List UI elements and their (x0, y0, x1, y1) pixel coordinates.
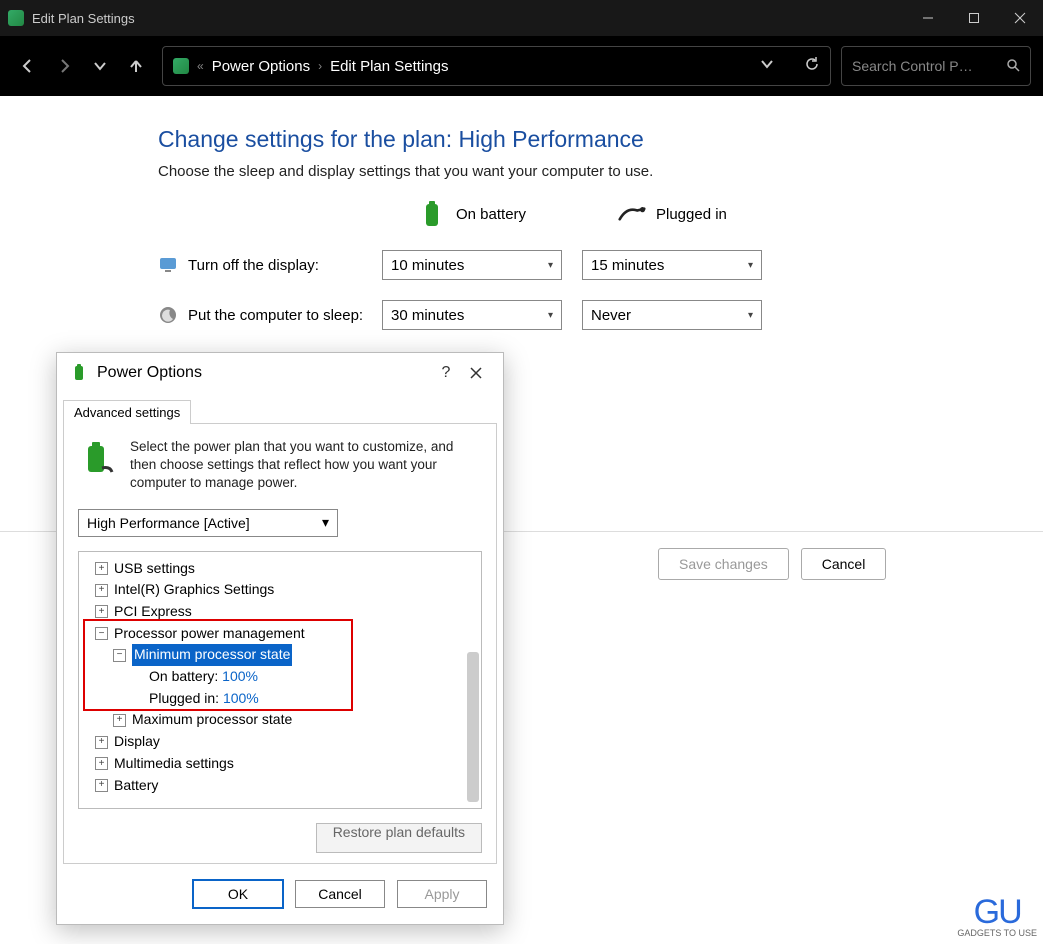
search-placeholder: Search Control P… (852, 58, 998, 74)
dialog-title: Power Options (97, 364, 202, 382)
breadcrumb-seg[interactable]: Edit Plan Settings (330, 58, 448, 75)
tree-item-intel-graphics[interactable]: +Intel(R) Graphics Settings (83, 579, 477, 601)
expand-icon[interactable]: + (113, 714, 126, 727)
tab-advanced-settings[interactable]: Advanced settings (63, 400, 191, 424)
search-icon (1006, 58, 1020, 75)
ok-button[interactable]: OK (193, 880, 283, 908)
plan-select-dropdown[interactable]: High Performance [Active] ▾ (78, 509, 338, 537)
row-sleep-label: Put the computer to sleep: (188, 307, 363, 324)
chevron-down-icon: ▾ (748, 310, 753, 321)
col-battery-label: On battery (456, 206, 526, 223)
address-dropdown-icon[interactable] (760, 57, 774, 75)
expand-icon[interactable]: + (95, 779, 108, 792)
forward-button[interactable] (48, 46, 80, 86)
minimize-button[interactable] (905, 0, 951, 36)
expand-icon[interactable]: + (95, 736, 108, 749)
power-options-dialog: Power Options ? Advanced settings Select… (56, 352, 504, 925)
tree-item-min-processor-state[interactable]: −Minimum processor state (83, 644, 477, 666)
collapse-icon[interactable]: − (95, 627, 108, 640)
breadcrumb-seg[interactable]: Power Options (212, 58, 310, 75)
apply-button[interactable]: Apply (397, 880, 487, 908)
page-title: Change settings for the plan: High Perfo… (158, 126, 1043, 153)
dialog-close-button[interactable] (461, 358, 491, 388)
display-plugged-dropdown[interactable]: 15 minutes▾ (582, 250, 762, 280)
collapse-icon[interactable]: − (113, 649, 126, 662)
power-plan-icon (78, 438, 118, 478)
refresh-button[interactable] (804, 56, 820, 76)
expand-icon[interactable]: + (95, 584, 108, 597)
tree-item-usb[interactable]: +USB settings (83, 558, 477, 580)
tree-item-battery[interactable]: +Battery (83, 775, 477, 797)
chevron-left-icon: « (197, 59, 204, 73)
plug-icon (618, 200, 646, 228)
address-bar[interactable]: « Power Options › Edit Plan Settings (162, 46, 831, 86)
expand-icon[interactable]: + (95, 562, 108, 575)
sleep-battery-dropdown[interactable]: 30 minutes▾ (382, 300, 562, 330)
chevron-right-icon: › (318, 59, 322, 73)
maximize-button[interactable] (951, 0, 997, 36)
display-battery-dropdown[interactable]: 10 minutes▾ (382, 250, 562, 280)
tree-value-plugged-in[interactable]: Plugged in: 100% (83, 688, 477, 710)
tree-value-on-battery[interactable]: On battery: 100% (83, 666, 477, 688)
save-changes-button[interactable]: Save changes (658, 548, 789, 580)
scrollbar[interactable] (467, 652, 479, 802)
chevron-down-icon: ▾ (548, 260, 553, 271)
chevron-down-icon: ▾ (548, 310, 553, 321)
settings-tree[interactable]: +USB settings +Intel(R) Graphics Setting… (78, 551, 482, 809)
window-title: Edit Plan Settings (32, 11, 905, 26)
sleep-plugged-dropdown[interactable]: Never▾ (582, 300, 762, 330)
row-display-label: Turn off the display: (188, 257, 319, 274)
back-button[interactable] (12, 46, 44, 86)
cancel-button[interactable]: Cancel (801, 548, 887, 580)
watermark: GU GADGETS TO USE (957, 897, 1037, 938)
search-input[interactable]: Search Control P… (841, 46, 1031, 86)
display-icon (158, 255, 178, 275)
dialog-cancel-button[interactable]: Cancel (295, 880, 385, 908)
control-panel-icon (173, 58, 189, 74)
expand-icon[interactable]: + (95, 605, 108, 618)
app-icon (8, 10, 24, 26)
tree-item-multimedia[interactable]: +Multimedia settings (83, 753, 477, 775)
tree-item-processor-power[interactable]: −Processor power management (83, 623, 477, 645)
chevron-down-icon: ▾ (748, 260, 753, 271)
page-subtitle: Choose the sleep and display settings th… (158, 163, 1043, 180)
dialog-help-button[interactable]: ? (431, 358, 461, 388)
tree-item-max-processor-state[interactable]: +Maximum processor state (83, 709, 477, 731)
sleep-icon (158, 305, 178, 325)
expand-icon[interactable]: + (95, 757, 108, 770)
battery-icon (418, 200, 446, 228)
up-button[interactable] (120, 46, 152, 86)
tree-item-display[interactable]: +Display (83, 731, 477, 753)
chevron-down-icon: ▾ (322, 514, 329, 531)
restore-defaults-button[interactable]: Restore plan defaults (316, 823, 482, 853)
col-plugged-label: Plugged in (656, 206, 727, 223)
recent-dropdown[interactable] (84, 46, 116, 86)
tree-item-pci-express[interactable]: +PCI Express (83, 601, 477, 623)
dialog-instructions: Select the power plan that you want to c… (130, 438, 482, 493)
power-icon (69, 363, 89, 383)
close-button[interactable] (997, 0, 1043, 36)
